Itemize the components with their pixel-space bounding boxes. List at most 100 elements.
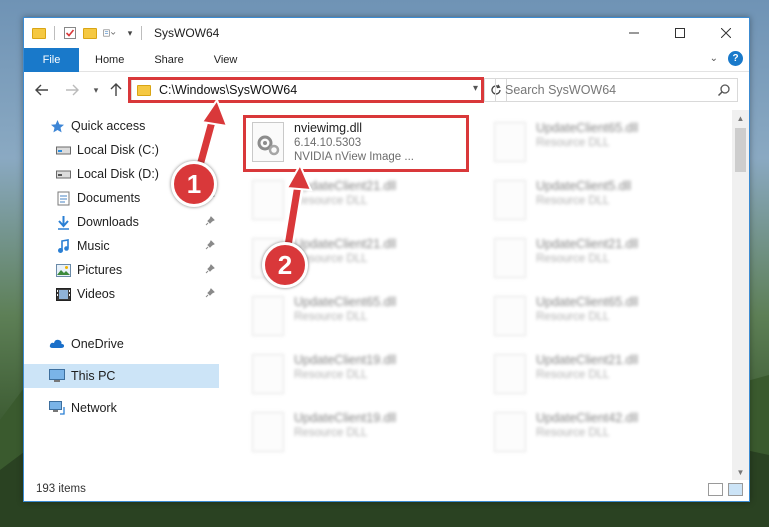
pin-icon[interactable] [205, 264, 215, 274]
customize-toolbar-icon[interactable] [103, 26, 117, 40]
network-icon [49, 400, 65, 416]
file-name: UpdateClient21.dll [294, 179, 397, 193]
sidebar-item-quick-access[interactable]: Quick access [24, 114, 219, 138]
help-icon[interactable]: ? [728, 51, 743, 66]
videos-icon [55, 286, 71, 302]
maximize-button[interactable] [657, 18, 703, 48]
window-title: SysWOW64 [154, 26, 220, 40]
search-input[interactable]: Search SysWOW64 [505, 83, 616, 97]
minimize-button[interactable] [611, 18, 657, 48]
status-bar: 193 items [24, 477, 749, 501]
file-description: Resource DLL [536, 253, 610, 265]
pictures-icon [55, 262, 71, 278]
file-name: UpdateClient19.dll [294, 353, 397, 367]
expand-ribbon-icon[interactable]: ⌄ [710, 53, 718, 64]
list-item[interactable]: UpdateClient5.dll Resource DLL [487, 174, 712, 232]
up-arrow-icon[interactable] [108, 82, 124, 98]
sidebar-item-label: Quick access [71, 119, 146, 133]
tab-view[interactable]: View [199, 48, 253, 72]
sidebar-item-music[interactable]: Music [24, 234, 219, 258]
list-item[interactable]: UpdateClient42.dll Resource DLL [487, 406, 712, 464]
sidebar-item-network[interactable]: Network [24, 396, 219, 420]
window-controls [611, 18, 749, 48]
gear-file-icon [494, 122, 526, 162]
list-item[interactable]: UpdateClient21.dll Resource DLL [487, 232, 712, 290]
file-description: Resource DLL [536, 369, 610, 381]
pin-icon[interactable] [205, 240, 215, 250]
file-description: Resource DLL [294, 369, 368, 381]
sidebar-item-downloads[interactable]: Downloads [24, 210, 219, 234]
gear-file-icon [494, 296, 526, 336]
file-description: Resource DLL [536, 311, 610, 323]
sidebar-item-label: Documents [77, 191, 141, 205]
tab-share[interactable]: Share [139, 48, 198, 72]
computer-icon [49, 368, 65, 384]
gear-file-icon [252, 296, 284, 336]
gear-file-icon [494, 354, 526, 394]
scroll-up-icon[interactable]: ▲ [732, 110, 749, 126]
sidebar-item-this-pc[interactable]: This PC [24, 364, 219, 388]
pin-icon[interactable] [205, 288, 215, 298]
search-field[interactable]: Search SysWOW64 [495, 78, 738, 102]
chevron-down-icon[interactable]: ▾ [123, 26, 137, 40]
new-folder-icon[interactable] [83, 26, 97, 40]
star-icon [49, 118, 65, 134]
file-name: UpdateClient21.dll [536, 237, 639, 251]
sidebar-item-onedrive[interactable]: OneDrive [24, 332, 219, 356]
recent-locations-icon[interactable]: ▾ [88, 82, 104, 98]
drive-icon [55, 142, 71, 158]
file-name: UpdateClient42.dll [536, 411, 639, 425]
title-bar: ▾ SysWOW64 [24, 18, 749, 48]
scroll-thumb[interactable] [735, 128, 746, 172]
title-divider [141, 26, 142, 40]
tab-home[interactable]: Home [79, 48, 139, 72]
list-item[interactable]: UpdateClient65.dll Resource DLL [487, 116, 712, 174]
toolbar-divider [54, 26, 55, 40]
file-description: Resource DLL [536, 195, 610, 207]
list-item[interactable]: UpdateClient21.dll Resource DLL [245, 174, 470, 232]
file-description: Resource DLL [294, 427, 368, 439]
file-name: UpdateClient65.dll [294, 295, 397, 309]
file-explorer-window: ▾ SysWOW64 File Home Share View ⌄ ? ▾ C:… [23, 17, 750, 502]
file-description: Resource DLL [536, 427, 610, 439]
ribbon-tabs: File Home Share View ⌄ ? [24, 47, 749, 72]
list-item[interactable]: UpdateClient65.dll Resource DLL [245, 290, 470, 348]
vertical-scrollbar[interactable]: ▲ ▼ [732, 110, 749, 480]
close-button[interactable] [703, 18, 749, 48]
list-item[interactable]: UpdateClient19.dll Resource DLL [245, 406, 470, 464]
folder-icon [32, 26, 46, 40]
properties-icon[interactable] [63, 26, 77, 40]
list-item[interactable]: UpdateClient19.dll Resource DLL [245, 348, 470, 406]
download-icon [55, 214, 71, 230]
tab-file[interactable]: File [24, 47, 79, 72]
callout-badge-two: 2 [262, 242, 308, 288]
list-item[interactable]: UpdateClient65.dll Resource DLL [487, 290, 712, 348]
file-description: Resource DLL [536, 137, 610, 149]
gear-file-icon [252, 354, 284, 394]
file-name: UpdateClient21.dll [294, 237, 397, 251]
ribbon-controls: ⌄ ? [710, 51, 743, 66]
sidebar-item-label: Pictures [77, 263, 123, 277]
back-arrow-icon[interactable] [34, 82, 50, 98]
sidebar-item-label: Videos [77, 287, 115, 301]
details-view-icon[interactable] [708, 483, 723, 496]
sidebar-item-label: Network [71, 401, 117, 415]
large-icons-view-icon[interactable] [728, 483, 743, 496]
callout-badge-one: 1 [171, 161, 217, 207]
file-name: UpdateClient65.dll [536, 121, 639, 135]
pin-icon[interactable] [205, 216, 215, 226]
sidebar-item-pictures[interactable]: Pictures [24, 258, 219, 282]
search-icon[interactable] [717, 83, 731, 97]
sidebar-item-label: Music [77, 239, 110, 253]
forward-arrow-icon[interactable] [64, 82, 80, 98]
gear-file-icon [252, 412, 284, 452]
sidebar-item-videos[interactable]: Videos [24, 282, 219, 306]
list-item[interactable]: UpdateClient21.dll Resource DLL [487, 348, 712, 406]
sidebar-item-label: Local Disk (C:) [77, 143, 159, 157]
cloud-icon [49, 336, 65, 352]
sidebar-item-local-disk-c[interactable]: Local Disk (C:) [24, 138, 219, 162]
sidebar-item-label: OneDrive [71, 337, 124, 351]
documents-icon [55, 190, 71, 206]
gear-file-icon [252, 180, 284, 220]
address-highlight-box [128, 77, 484, 103]
